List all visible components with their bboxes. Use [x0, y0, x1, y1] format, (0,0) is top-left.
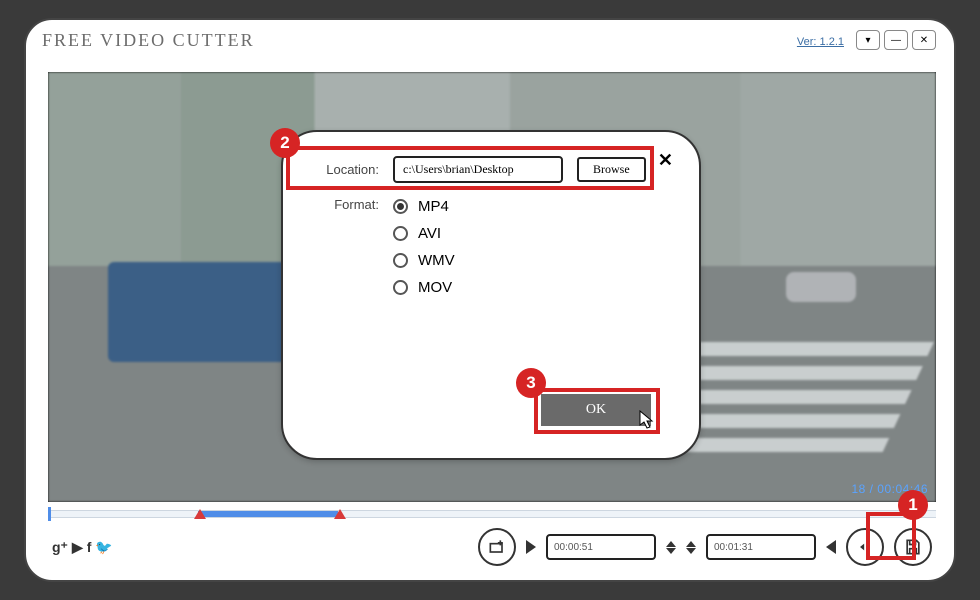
- dialog-close-button[interactable]: ✕: [658, 150, 673, 171]
- start-time-stepper[interactable]: [666, 541, 676, 554]
- start-time-input[interactable]: 00:00:51: [546, 534, 656, 560]
- playhead[interactable]: [48, 507, 51, 521]
- cursor-icon: [639, 410, 655, 430]
- format-option-wmv[interactable]: WMV: [393, 252, 669, 269]
- location-row: Location: c:\Users\brian\Desktop Browse: [313, 156, 669, 183]
- location-input[interactable]: c:\Users\brian\Desktop: [393, 156, 563, 183]
- format-option-mp4[interactable]: MP4: [393, 198, 669, 215]
- callout-badge-1: 1: [898, 490, 928, 520]
- dropdown-button[interactable]: ▾: [856, 30, 880, 50]
- callout-badge-2: 2: [270, 128, 300, 158]
- twitter-icon[interactable]: 🐦: [95, 539, 112, 556]
- format-option-avi[interactable]: AVI: [393, 225, 669, 242]
- save-icon: [903, 537, 923, 557]
- browse-button[interactable]: Browse: [577, 157, 646, 182]
- format-options: MP4 AVI WMV MOV: [393, 198, 669, 296]
- cut-button[interactable]: [846, 528, 884, 566]
- social-links: g⁺ ▶ f 🐦: [48, 539, 113, 556]
- titlebar: FREE VIDEO CUTTER Ver: 1.2.1 ▾ — ✕: [26, 20, 954, 66]
- selected-range[interactable]: [198, 511, 338, 517]
- save-dialog: ✕ Location: c:\Users\brian\Desktop Brows…: [281, 130, 701, 460]
- callout-badge-3: 3: [516, 368, 546, 398]
- cut-bracket-icon: [855, 537, 875, 557]
- format-label: Format:: [313, 197, 379, 212]
- close-button[interactable]: ✕: [912, 30, 936, 50]
- play-backward-icon[interactable]: [826, 540, 836, 554]
- timeline-slider[interactable]: [48, 510, 936, 518]
- format-option-mov[interactable]: MOV: [393, 279, 669, 296]
- app-window: FREE VIDEO CUTTER Ver: 1.2.1 ▾ — ✕ 18 / …: [24, 18, 956, 582]
- ok-button[interactable]: OK: [541, 394, 651, 426]
- googleplus-icon[interactable]: g⁺: [52, 539, 68, 556]
- location-label: Location:: [313, 162, 379, 177]
- facebook-icon[interactable]: f: [87, 539, 92, 556]
- youtube-icon[interactable]: ▶: [72, 539, 83, 556]
- minimize-button[interactable]: —: [884, 30, 908, 50]
- end-time-input[interactable]: 00:01:31: [706, 534, 816, 560]
- version-link[interactable]: Ver: 1.2.1: [797, 36, 844, 48]
- bottom-toolbar: g⁺ ▶ f 🐦 00:00:51 00:01:31: [48, 522, 932, 572]
- range-end-marker[interactable]: [334, 509, 346, 519]
- add-video-button[interactable]: [478, 528, 516, 566]
- save-button[interactable]: [894, 528, 932, 566]
- window-controls: ▾ — ✕: [856, 30, 936, 50]
- range-start-marker[interactable]: [194, 509, 206, 519]
- end-time-stepper[interactable]: [686, 541, 696, 554]
- add-clip-icon: [487, 537, 507, 557]
- play-forward-icon[interactable]: [526, 540, 536, 554]
